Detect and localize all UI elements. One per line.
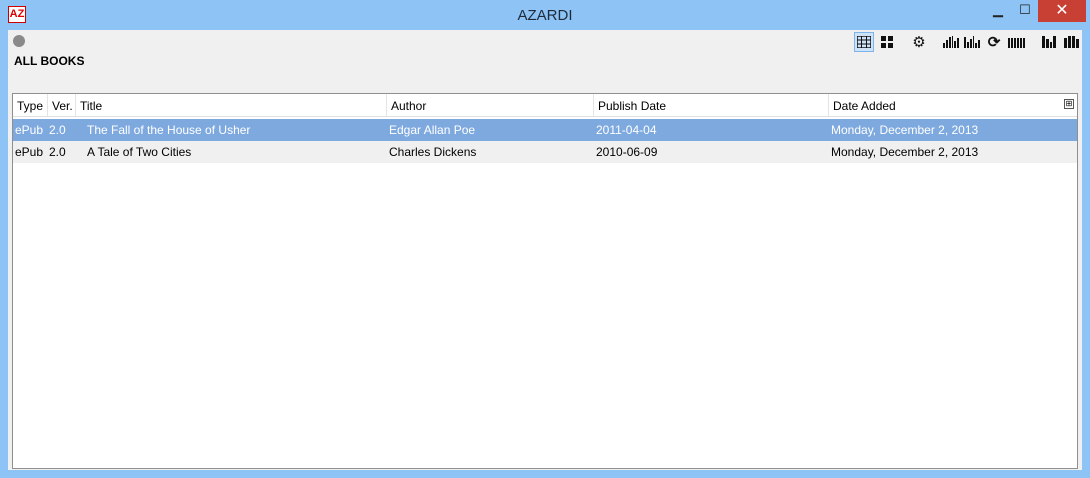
column-header-author[interactable]: Author	[387, 94, 594, 116]
minimize-button[interactable]: ▁	[984, 0, 1012, 22]
cell-type: ePub	[15, 145, 44, 159]
cell-version: 2.0	[49, 123, 66, 137]
table-row[interactable]: ePub 2.0 The Fall of the House of Usher …	[13, 119, 1077, 141]
column-header-title[interactable]: Title	[76, 94, 387, 116]
list-view-button[interactable]	[854, 32, 874, 52]
add-book-icon	[1042, 36, 1056, 48]
sort-ascending-icon	[943, 36, 959, 48]
maximize-button[interactable]: ☐	[1011, 0, 1039, 22]
cell-title: A Tale of Two Cities	[87, 145, 192, 159]
settings-button[interactable]: ⚙	[909, 32, 929, 52]
column-chooser-icon[interactable]: ⊞	[1064, 99, 1074, 109]
add-book-button[interactable]	[1039, 32, 1059, 52]
books-table[interactable]: Type Ver. Title Author Publish Date Date…	[12, 93, 1078, 469]
app-window: AZ AZARDI ▁ ☐ ✕ ALL BOOKS ⚙ ⟳ Type Ver. …	[0, 0, 1090, 478]
title-bar[interactable]: AZ AZARDI ▁ ☐ ✕	[0, 0, 1090, 30]
cell-author: Charles Dickens	[389, 145, 477, 159]
grid-view-button[interactable]	[877, 32, 897, 52]
table-header: Type Ver. Title Author Publish Date Date…	[13, 94, 1077, 117]
gear-icon: ⚙	[912, 34, 926, 51]
window-title: AZARDI	[517, 7, 573, 24]
sort-descending-icon	[964, 36, 980, 48]
column-header-version[interactable]: Ver.	[48, 94, 76, 116]
sort-descending-button[interactable]	[962, 32, 982, 52]
list-view-icon	[857, 36, 871, 48]
bookshelf-icon	[1063, 36, 1079, 48]
column-header-date-added[interactable]: Date Added	[829, 94, 1059, 116]
cell-date-added: Monday, December 2, 2013	[831, 145, 979, 159]
cell-type: ePub	[15, 123, 44, 137]
grid-view-icon	[881, 36, 893, 48]
refresh-icon: ⟳	[987, 34, 1001, 51]
bookshelf-button[interactable]	[1061, 32, 1081, 52]
column-header-type[interactable]: Type	[13, 94, 48, 116]
status-indicator-icon	[13, 35, 25, 47]
cell-date-added: Monday, December 2, 2013	[831, 123, 979, 137]
library-icon	[1007, 36, 1025, 48]
close-button[interactable]: ✕	[1038, 0, 1086, 22]
library-button[interactable]	[1006, 32, 1026, 52]
cell-title: The Fall of the House of Usher	[87, 123, 251, 137]
cell-version: 2.0	[49, 145, 66, 159]
cell-publish-date: 2010-06-09	[596, 145, 658, 159]
cell-author: Edgar Allan Poe	[389, 123, 476, 137]
library-heading: ALL BOOKS	[14, 54, 85, 68]
column-header-publish-date[interactable]: Publish Date	[594, 94, 829, 116]
refresh-button[interactable]: ⟳	[984, 32, 1004, 52]
table-row[interactable]: ePub 2.0 A Tale of Two Cities Charles Di…	[13, 141, 1077, 163]
main-area: ALL BOOKS ⚙ ⟳ Type Ver. Title Author Pub…	[8, 30, 1082, 470]
sort-button[interactable]	[941, 32, 961, 52]
cell-publish-date: 2011-04-04	[596, 123, 657, 137]
